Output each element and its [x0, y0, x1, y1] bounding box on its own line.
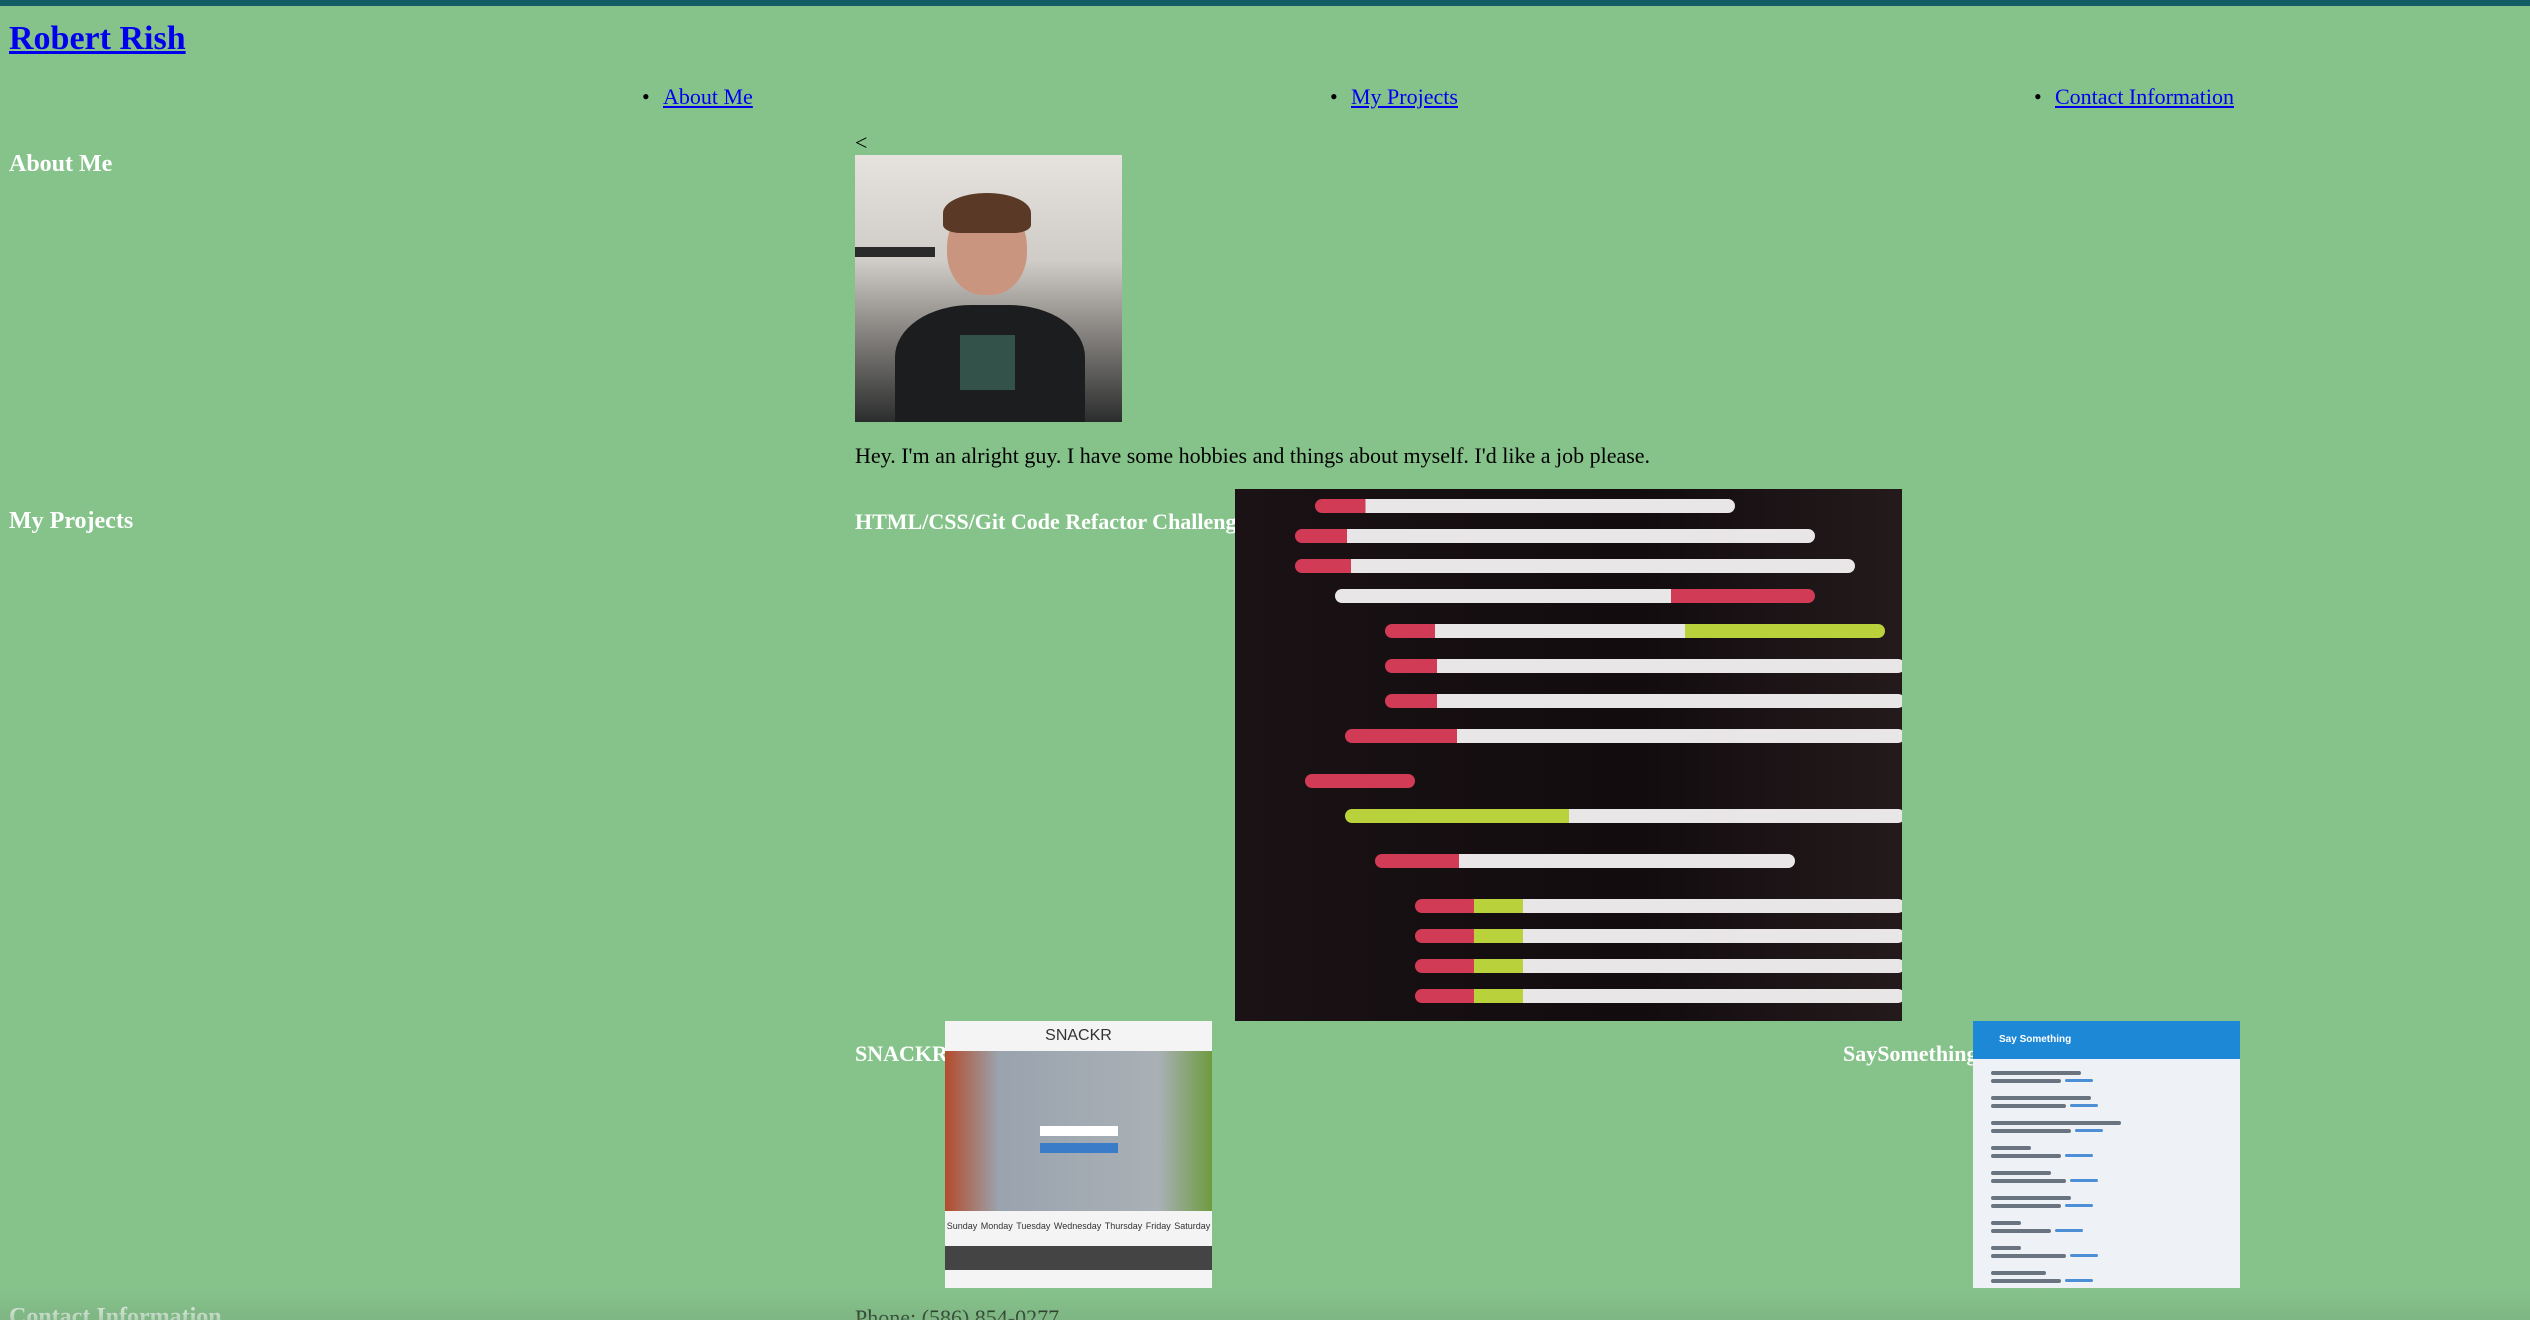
nav-bullet: • — [642, 84, 650, 109]
bottom-fade-overlay — [0, 1290, 2530, 1320]
nav-link-contact-information[interactable]: Contact Information — [2055, 84, 2234, 110]
project-title-snackr: SNACKR — [855, 1041, 948, 1066]
project-title-saysomething: SaySomething — [1843, 1041, 1978, 1066]
phone-number: Phone: (586) 854-0277 — [855, 1305, 1060, 1320]
project-image-code-refactor[interactable] — [1235, 489, 1902, 1021]
project-title-code-refactor: HTML/CSS/Git Code Refactor Challenge — [855, 509, 1247, 534]
project-image-saysomething[interactable]: Say Something — [1973, 1021, 2240, 1288]
nav-link-my-projects[interactable]: My Projects — [1351, 84, 1458, 110]
nav-bullet: • — [1330, 84, 1338, 109]
contact-information-heading: Contact Information — [9, 1304, 222, 1320]
nav-link-about-me[interactable]: About Me — [663, 84, 753, 110]
project-image-snackr[interactable]: SNACKR Sunday Monday Tuesday Wednesday T… — [945, 1021, 1212, 1288]
profile-photo — [855, 155, 1122, 422]
stray-character: < — [855, 130, 868, 155]
top-accent-bar — [0, 0, 2530, 6]
snackr-days-row: Sunday Monday Tuesday Wednesday Thursday… — [946, 1221, 1211, 1231]
nav-bullet: • — [2034, 84, 2042, 109]
saysomething-thumb-title: Say Something — [1973, 1021, 2240, 1059]
my-projects-heading: My Projects — [9, 508, 134, 534]
about-me-heading: About Me — [9, 151, 113, 177]
bio-text: Hey. I'm an alright guy. I have some hob… — [855, 443, 1651, 468]
snackr-thumb-title: SNACKR — [1045, 1027, 1112, 1044]
site-title-link[interactable]: Robert Rish — [9, 20, 186, 58]
